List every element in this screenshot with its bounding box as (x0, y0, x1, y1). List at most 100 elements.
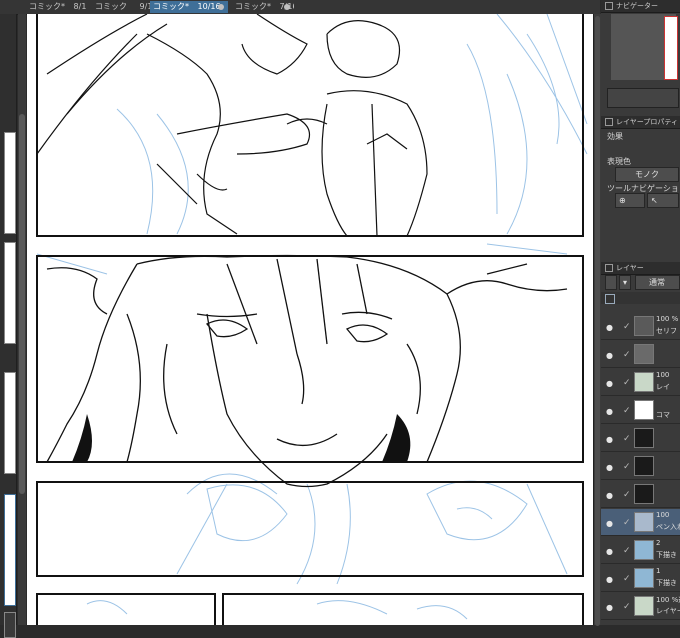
page-thumbnail-current[interactable] (4, 494, 16, 606)
page-thumbnail[interactable] (4, 612, 16, 638)
lock-toggle-icon[interactable]: ✓ (623, 574, 631, 584)
lock-toggle-icon[interactable]: ✓ (623, 546, 631, 556)
blend-mode-select[interactable]: 通常 (635, 275, 680, 290)
navigator-title: ナビゲーター (616, 2, 658, 10)
tool-nav-icon: ⊕ (619, 196, 626, 205)
layer-property-header[interactable]: レイヤープロパティ (601, 116, 680, 129)
canvas[interactable] (27, 14, 593, 625)
navigator-page-preview (664, 16, 678, 80)
lock-toggle-icon[interactable]: ✓ (623, 434, 631, 444)
eye-visibility-icon[interactable]: ● (606, 519, 613, 528)
page-thumbnail[interactable] (4, 242, 16, 344)
blend-mode-value: 通常 (649, 278, 665, 287)
navigator-icon (605, 2, 613, 10)
layer-row[interactable]: ● ✓ 100 ペン入れ (601, 509, 680, 536)
layer-row[interactable]: ● ✓ 1 下描き (601, 565, 680, 592)
scrollbar-thumb[interactable] (19, 114, 25, 494)
layer-options-icon[interactable] (605, 294, 615, 304)
layer-options-bar (601, 292, 680, 304)
tab-comic-7[interactable]: コミック* 7/16 (232, 1, 294, 13)
canvas-scrollbar[interactable] (593, 14, 601, 626)
layer-thumbnail (634, 344, 654, 364)
close-tab-icon[interactable] (218, 4, 224, 10)
tab-comic-10[interactable]: コミック* 10/16 (150, 1, 228, 13)
tool-nav-select-button[interactable]: ↖ (647, 193, 679, 208)
eye-visibility-icon[interactable]: ● (606, 547, 613, 556)
eye-visibility-icon[interactable]: ● (606, 323, 613, 332)
tab-pages: 8/16 (73, 2, 86, 11)
layer-panel-header[interactable]: レイヤー (601, 262, 680, 275)
layer-property-title: レイヤープロパティ (616, 118, 678, 126)
document-tab-bar: コミック* 8/16 コミック 9/16 コミック* 10/16 コミック* 7… (0, 0, 600, 15)
layer-row[interactable]: ● ✓ 100 レイ (601, 369, 680, 396)
middle-panel-face (46, 254, 568, 488)
layer-thumbnail (634, 372, 654, 392)
expression-color-label: 表現色 (607, 157, 631, 166)
layer-row[interactable]: ● ✓ (601, 481, 680, 508)
layer-list: ●✓100 %セリフ●✓●✓100レイ●✓コマ●✓●✓●✓●✓100ペン入れ●✓… (601, 313, 680, 625)
eye-visibility-icon[interactable]: ● (606, 407, 613, 416)
layer-opacity: 100 %通 (656, 596, 680, 604)
eye-visibility-icon[interactable]: ● (606, 351, 613, 360)
layer-row[interactable]: ● ✓ 100 %通レイヤー (601, 593, 680, 620)
eye-visibility-icon[interactable]: ● (606, 491, 613, 500)
scrollbar-thumb[interactable] (595, 16, 600, 626)
eye-visibility-icon[interactable]: ● (606, 603, 613, 612)
layer-row[interactable]: ● ✓ 2 下描き (601, 537, 680, 564)
layer-row[interactable]: ● ✓ コマ (601, 397, 680, 424)
eye-visibility-icon[interactable]: ● (606, 463, 613, 472)
layer-opacity: 100 % (656, 315, 679, 323)
lock-toggle-icon[interactable]: ✓ (623, 518, 631, 528)
navigator-preview[interactable] (611, 14, 678, 80)
lock-toggle-icon[interactable]: ✓ (623, 462, 631, 472)
layer-name: 下描き (656, 579, 677, 587)
layer-thumbnail (634, 484, 654, 504)
layer-name: 下描き (656, 551, 677, 559)
layer-row[interactable]: ● ✓ (601, 341, 680, 368)
layer-name: ペン入れ (656, 523, 680, 531)
layer-thumbnail (634, 596, 654, 616)
eye-visibility-icon[interactable]: ● (606, 435, 613, 444)
close-tab-icon[interactable] (284, 4, 290, 10)
lock-toggle-icon[interactable]: ✓ (623, 378, 631, 388)
effect-label: 効果 (607, 132, 623, 141)
layer-thumbnail (634, 316, 654, 336)
expression-color-value: モノク (635, 170, 659, 179)
tab-pages: 9/16 (139, 2, 150, 11)
eye-visibility-icon[interactable]: ● (606, 575, 613, 584)
lock-toggle-icon[interactable]: ✓ (623, 490, 631, 500)
lock-toggle-icon[interactable]: ✓ (623, 350, 631, 360)
page-thumbnail[interactable] (4, 132, 16, 234)
lock-toggle-icon[interactable]: ✓ (623, 602, 631, 612)
lock-toggle-icon[interactable]: ✓ (623, 406, 631, 416)
tab-label: コミック* (29, 2, 65, 11)
cursor-arrow-icon: ↖ (651, 196, 658, 205)
page-list-strip (0, 14, 17, 638)
tab-comic-8[interactable]: コミック* 8/16 (26, 1, 86, 13)
navigator-controls[interactable] (607, 88, 679, 108)
lock-toggle-icon[interactable]: ✓ (623, 322, 631, 332)
tab-label: コミック (95, 2, 127, 11)
layer-panel-title: レイヤー (616, 264, 644, 272)
layer-opacity: 100 (656, 511, 670, 519)
eye-visibility-icon[interactable]: ● (606, 379, 613, 388)
manga-page-artwork (36, 14, 588, 625)
expression-color-select[interactable]: モノク (615, 167, 679, 182)
layer-row[interactable]: ● ✓ 100 % セリフ (601, 313, 680, 340)
layer-icon (605, 264, 613, 272)
layer-thumbnail (634, 456, 654, 476)
right-panel: ナビゲーター レイヤープロパティ 効果 表現色 モノク ツールナビゲーション ⊕… (601, 0, 680, 625)
tab-label: コミック* (153, 2, 189, 11)
page-thumbnail[interactable] (4, 372, 16, 474)
layer-name: セリフ (656, 327, 677, 335)
layer-opacity: 2 (656, 539, 661, 547)
navigator-header[interactable]: ナビゲーター (601, 0, 680, 13)
tab-comic-9[interactable]: コミック 9/16 (92, 1, 150, 13)
tool-nav-button[interactable]: ⊕ (615, 193, 645, 208)
page-list-scrollbar[interactable] (18, 14, 26, 625)
blend-dropdown-icon[interactable]: ▾ (619, 275, 631, 290)
layer-row[interactable]: ● ✓ (601, 453, 680, 480)
layer-mode-button[interactable] (605, 275, 617, 290)
layer-row[interactable]: ● ✓ (601, 425, 680, 452)
layer-name: レイヤー (656, 607, 680, 615)
